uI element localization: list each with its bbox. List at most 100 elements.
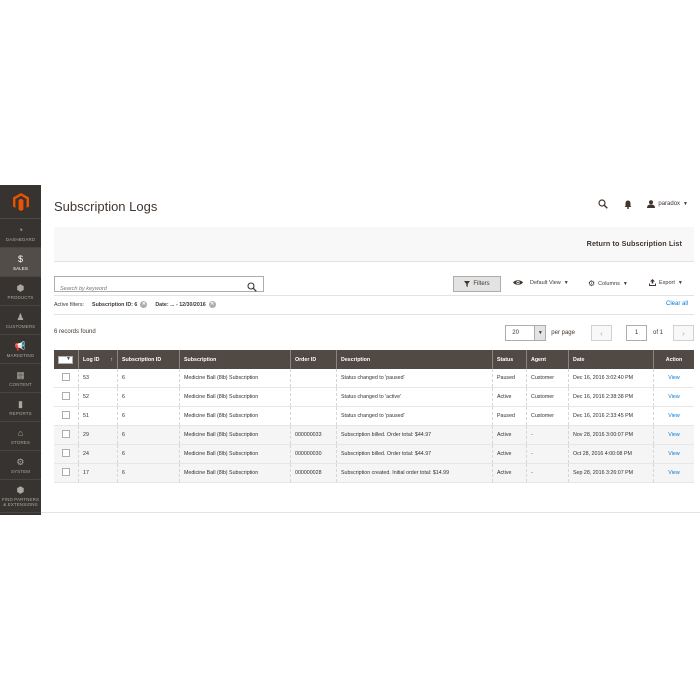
- order-id-cell: 000000028: [290, 463, 337, 483]
- next-page-button[interactable]: ›: [673, 325, 694, 341]
- export-label: Export: [659, 279, 675, 286]
- page-number-input[interactable]: 1: [625, 325, 647, 341]
- row-checkbox[interactable]: [62, 449, 70, 457]
- header-actions: paradox ▼: [597, 198, 688, 210]
- search-icon[interactable]: [597, 198, 609, 210]
- row-checkbox[interactable]: [62, 392, 70, 400]
- page-count: of 1: [652, 330, 663, 336]
- sidebar-item-stores[interactable]: ⌂ Stores: [0, 422, 41, 451]
- view-link[interactable]: View: [653, 444, 694, 464]
- row-checkbox[interactable]: [62, 468, 70, 476]
- sidebar-item-dashboard[interactable]: ◔ Dashboard: [0, 219, 41, 248]
- row-select-cell: [54, 463, 79, 483]
- agent-cell: Customer: [526, 387, 569, 407]
- return-to-subscription-list-button[interactable]: Return to Subscription List: [587, 239, 682, 248]
- view-link[interactable]: View: [653, 425, 694, 445]
- row-checkbox[interactable]: [62, 430, 70, 438]
- chevron-down-icon: ▼: [563, 279, 569, 286]
- sidebar: ◔ Dashboard $ Sales ⬢ Products ♟ Customers 📢 Mark…: [0, 185, 41, 515]
- store-icon: ⌂: [17, 427, 24, 438]
- pagination: 20 ▼ per page ‹ 1 of 1 ›: [505, 325, 694, 341]
- agent-cell: -: [526, 425, 569, 445]
- log-id-cell: 29: [78, 425, 118, 445]
- active-filters-label: Active filters:: [54, 301, 85, 308]
- agent-cell: -: [526, 463, 569, 483]
- export-dropdown[interactable]: Export ▼: [649, 279, 683, 286]
- mass-select-header[interactable]: ▼: [54, 350, 79, 369]
- table-row: 24 6 Medicine Ball (8lb) Subscription 00000…: [54, 444, 694, 464]
- chevron-down-icon: ▼: [683, 201, 688, 207]
- subscription-cell: Medicine Ball (8lb) Subscription: [179, 444, 291, 464]
- status-cell: Active: [492, 387, 527, 407]
- sidebar-item-sales[interactable]: $ Sales: [0, 248, 41, 277]
- row-select-cell: [54, 444, 79, 464]
- user-menu[interactable]: paradox ▼: [647, 200, 688, 208]
- row-select-cell: [54, 406, 79, 426]
- row-checkbox[interactable]: [62, 373, 70, 381]
- divider: [54, 295, 694, 296]
- layout-icon: ▦: [16, 369, 25, 380]
- export-icon: [649, 279, 656, 286]
- column-header-subscription[interactable]: Subscription: [179, 350, 291, 369]
- column-header-status[interactable]: Status: [492, 350, 527, 369]
- sidebar-item-products[interactable]: ⬢ Products: [0, 277, 41, 306]
- date-cell: Dec 16, 2016 3:02:40 PM: [568, 369, 654, 388]
- filters-label: Filters: [473, 281, 490, 287]
- subscription-id-cell: 6: [117, 387, 180, 407]
- sidebar-item-customers[interactable]: ♟ Customers: [0, 306, 41, 335]
- megaphone-icon: 📢: [14, 340, 27, 351]
- status-cell: Active: [492, 444, 527, 464]
- clear-all-link[interactable]: Clear all: [666, 301, 688, 307]
- table-row: 51 6 Medicine Ball (8lb) Subscription Statu…: [54, 406, 694, 426]
- page-actions-bar: Return to Subscription List: [54, 227, 694, 262]
- sort-arrow-icon: ↑: [110, 356, 113, 363]
- columns-dropdown[interactable]: ⚙ Columns ▼: [588, 279, 628, 288]
- sidebar-item-marketing[interactable]: 📢 Marketing: [0, 335, 41, 364]
- column-header-subscription-id[interactable]: Subscription ID: [117, 350, 180, 369]
- column-header-agent[interactable]: Agent: [526, 350, 569, 369]
- bell-icon[interactable]: [622, 198, 634, 210]
- description-cell: Status changed to 'paused': [336, 406, 493, 426]
- row-checkbox[interactable]: [62, 411, 70, 419]
- mass-select-checkbox[interactable]: ▼: [58, 355, 73, 364]
- sidebar-item-reports[interactable]: ▮ Reports: [0, 393, 41, 422]
- view-link[interactable]: View: [653, 463, 694, 483]
- column-header-order-id[interactable]: Order ID: [290, 350, 337, 369]
- admin-app: ◔ Dashboard $ Sales ⬢ Products ♟ Customers 📢 Mark…: [0, 185, 700, 515]
- column-header-date[interactable]: Date: [568, 350, 654, 369]
- remove-filter-icon[interactable]: ✕: [140, 301, 148, 308]
- default-view-dropdown[interactable]: Default View ▼: [513, 279, 569, 286]
- sidebar-item-content[interactable]: ▦ Content: [0, 364, 41, 393]
- previous-page-button[interactable]: ‹: [590, 325, 612, 341]
- magento-logo[interactable]: [0, 185, 41, 219]
- remove-filter-icon[interactable]: ✕: [208, 301, 216, 308]
- sidebar-item-system[interactable]: ⚙ System: [0, 451, 41, 480]
- status-cell: Paused: [492, 406, 527, 426]
- chevron-down-icon[interactable]: ▼: [534, 326, 546, 340]
- eye-icon: [513, 280, 523, 285]
- filter-chip-date: Date: ... - 12/30/2016 ✕: [155, 301, 216, 308]
- column-header-description[interactable]: Description: [336, 350, 493, 369]
- date-cell: Nov 28, 2016 3:00:07 PM: [568, 425, 654, 445]
- column-header-log-id[interactable]: Log ID ↑: [78, 350, 118, 369]
- order-id-cell: 000000033: [290, 425, 337, 445]
- subscription-logs-table: ▼ Log ID ↑ Subscription ID Subscription O…: [54, 350, 694, 483]
- view-link[interactable]: View: [653, 406, 694, 426]
- sidebar-item-label: System: [10, 468, 31, 474]
- sidebar-item-label: Customers: [5, 323, 36, 329]
- description-cell: Subscription billed. Order total: $44.97: [336, 444, 493, 464]
- order-id-cell: [290, 387, 337, 407]
- description-cell: Status changed to 'active': [336, 387, 493, 407]
- view-link[interactable]: View: [653, 369, 694, 388]
- log-id-cell: 52: [78, 387, 118, 407]
- view-link[interactable]: View: [653, 387, 694, 407]
- per-page-select[interactable]: 20 ▼: [505, 325, 547, 341]
- description-cell: Subscription billed. Order total: $44.97: [336, 425, 493, 445]
- main-content: Subscription Logs paradox ▼ Return to Su…: [41, 185, 700, 515]
- search-input[interactable]: [55, 283, 245, 295]
- log-id-cell: 24: [78, 444, 118, 464]
- person-icon: ♟: [16, 311, 25, 322]
- agent-cell: Customer: [526, 406, 569, 426]
- sidebar-item-find-partners-extensions[interactable]: ⬢ Find Partners & Extensions: [0, 480, 41, 513]
- filters-button[interactable]: Filters: [453, 276, 501, 292]
